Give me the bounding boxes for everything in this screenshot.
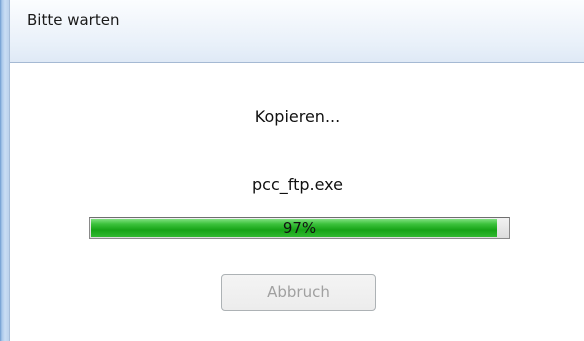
file-name: pcc_ftp.exe — [252, 175, 343, 194]
progress-dialog-window: Bitte warten Kopieren... pcc_ftp.exe 97%… — [0, 0, 584, 341]
progress-bar: 97% — [89, 217, 510, 239]
status-text: Kopieren... — [254, 107, 341, 126]
dialog-content: Kopieren... pcc_ftp.exe 97% Abbruch — [11, 63, 584, 341]
title-bar[interactable]: Bitte warten — [10, 0, 584, 62]
cancel-button[interactable]: Abbruch — [221, 274, 376, 311]
progress-label: 97% — [282, 219, 317, 237]
window-title: Bitte warten — [27, 11, 120, 29]
window-frame-left — [0, 0, 10, 341]
